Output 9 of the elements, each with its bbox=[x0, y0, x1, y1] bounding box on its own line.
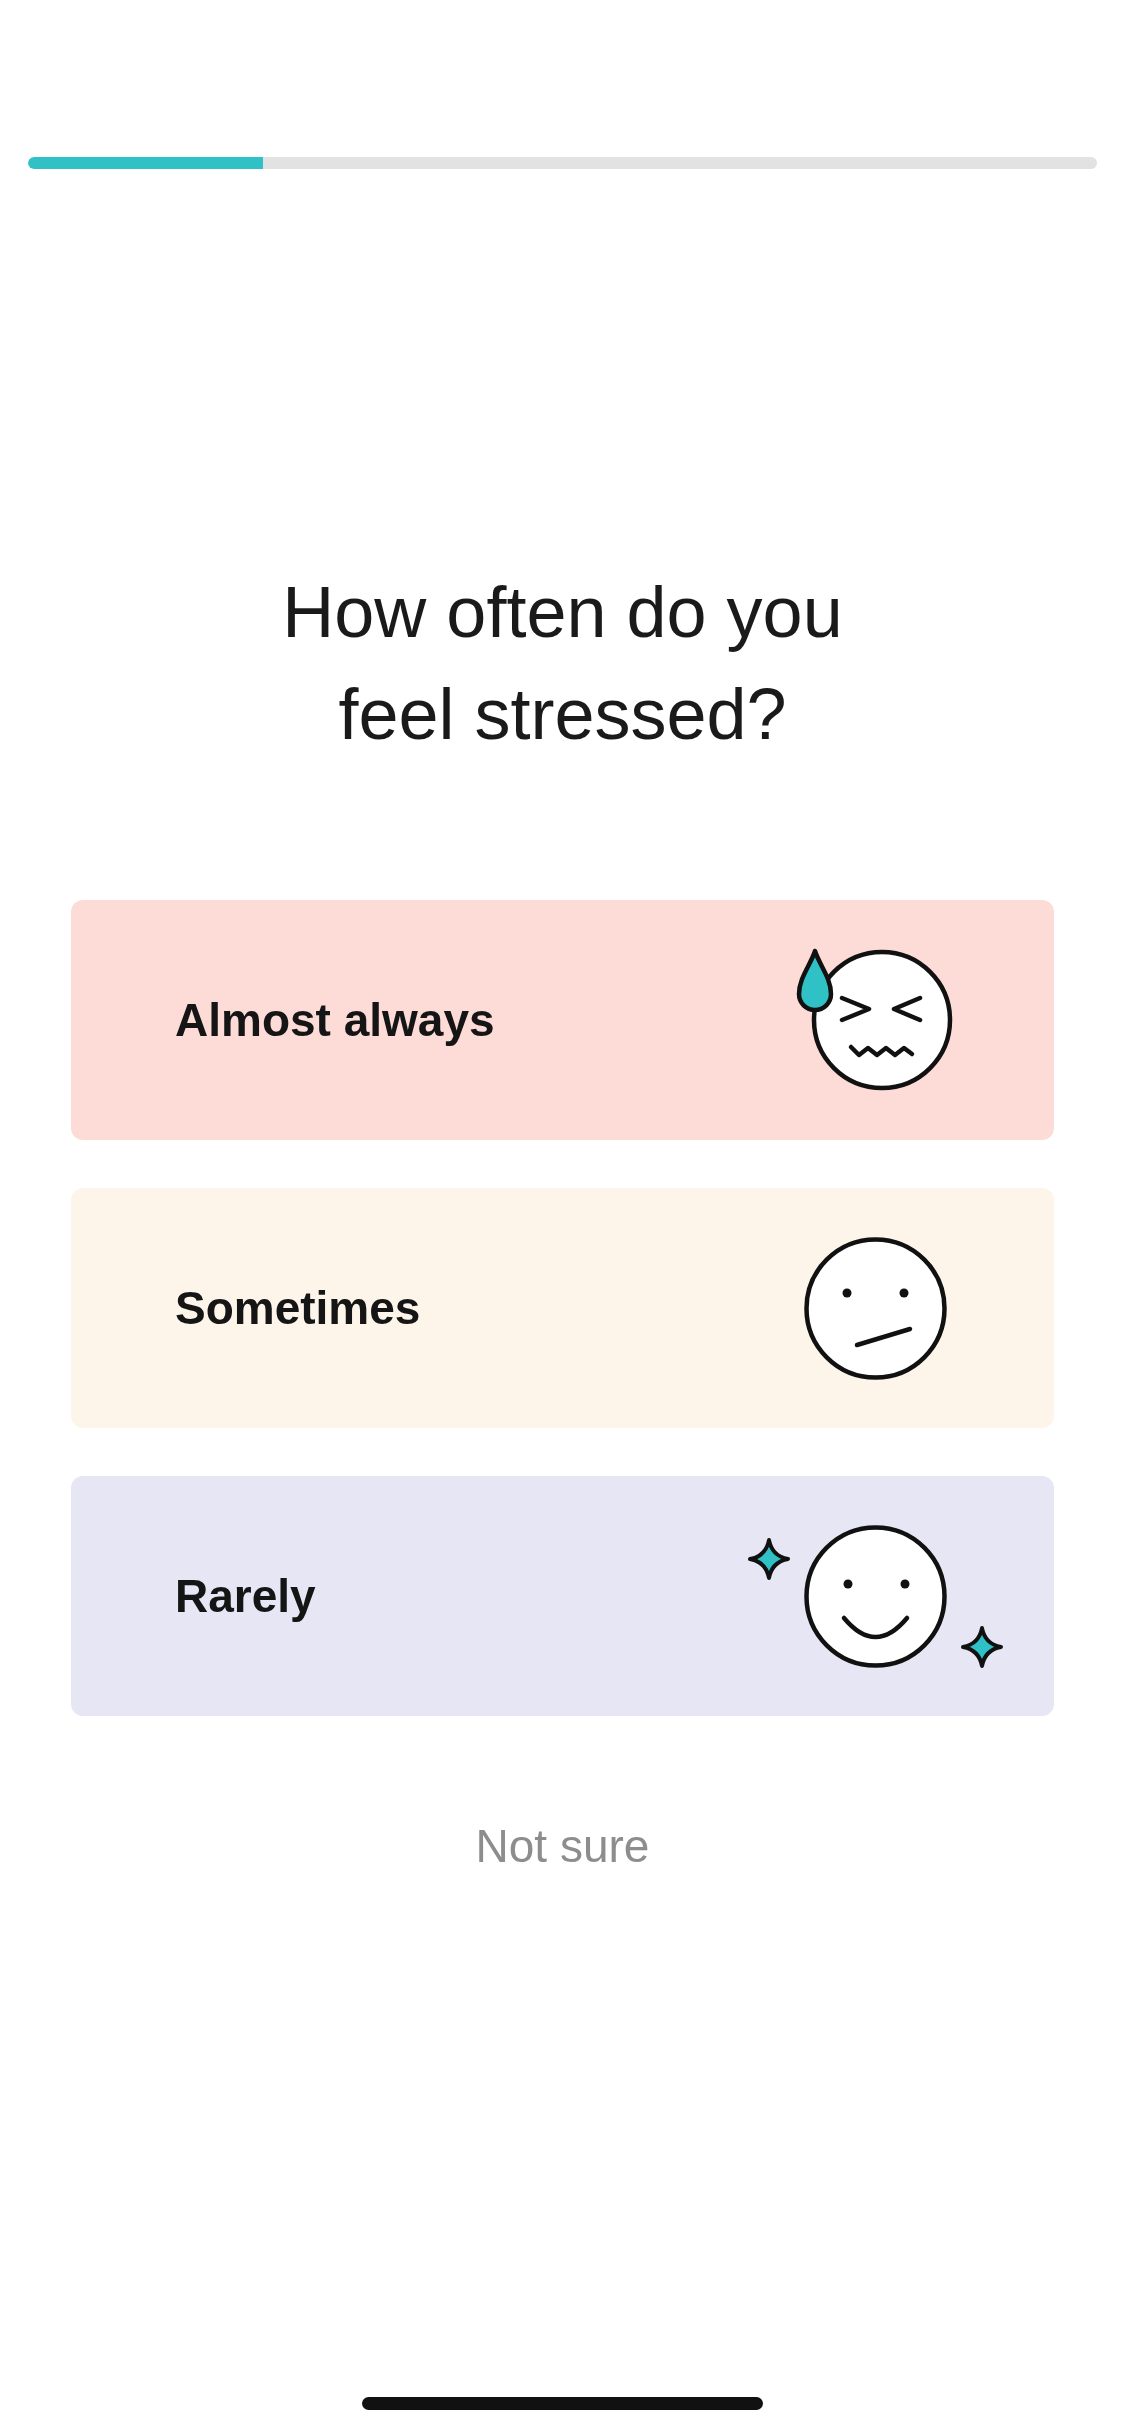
answer-option[interactable]: Rarely bbox=[71, 1476, 1054, 1716]
question-title: How often do you feel stressed? bbox=[281, 571, 844, 756]
sparkle-icon bbox=[746, 1536, 791, 1581]
answer-option[interactable]: Almost always bbox=[71, 900, 1054, 1140]
smiling-face-icon bbox=[802, 1523, 948, 1669]
sparkle-icon bbox=[959, 1624, 1004, 1669]
sweating-face-icon bbox=[796, 947, 954, 1093]
answer-option[interactable]: Sometimes bbox=[71, 1188, 1054, 1428]
confused-face-icon bbox=[802, 1235, 948, 1381]
